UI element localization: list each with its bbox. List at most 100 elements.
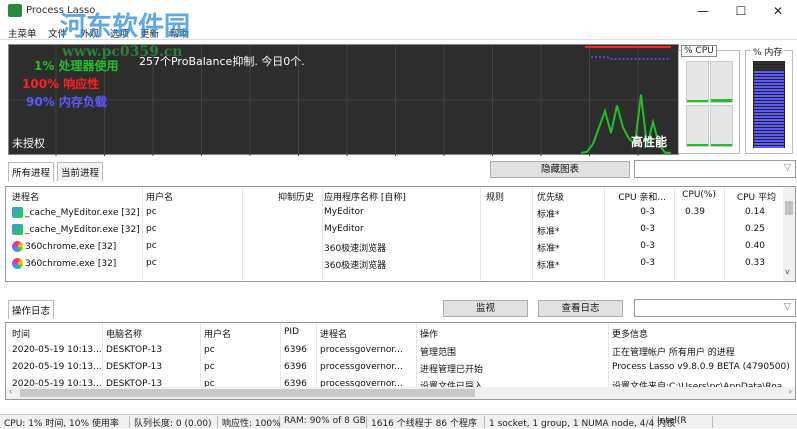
log-column-header-3[interactable]: PID bbox=[284, 327, 299, 337]
cell-cpu: 0.39 bbox=[684, 207, 705, 217]
maximize-button[interactable]: ☐ bbox=[726, 2, 756, 20]
cell-priority: 标准* bbox=[537, 261, 560, 271]
column-header-0[interactable]: 进程名 bbox=[12, 190, 39, 203]
log-cell: 2020-05-19 10:13... bbox=[12, 345, 102, 355]
memory-meter: % 内存 bbox=[745, 45, 793, 154]
cell-user: pc bbox=[146, 224, 157, 234]
memory-meter-label: % 内存 bbox=[751, 45, 785, 58]
log-column-header-2[interactable]: 用户名 bbox=[204, 327, 231, 340]
log-cell: processgovernor... bbox=[320, 345, 403, 355]
column-header-4[interactable]: 规则 bbox=[486, 190, 504, 203]
cell-user: pc bbox=[146, 258, 157, 268]
table-row[interactable]: _cache_MyEditor.exe [32] pc MyEditor 标准* 0-3… bbox=[6, 222, 784, 239]
table-row[interactable]: 360chrome.exe [32] pc 360极速浏览器 标准* 0-3 0.33 bbox=[6, 256, 784, 273]
cell-avg: 0.14 bbox=[744, 207, 765, 217]
log-cell: pc bbox=[204, 362, 215, 372]
log-table-scrollbar[interactable]: ‹ › bbox=[6, 387, 795, 399]
column-header-7[interactable]: CPU(%) bbox=[682, 190, 716, 200]
close-button[interactable]: ✕ bbox=[763, 2, 793, 20]
tab-action-log[interactable]: 操作日志 bbox=[8, 300, 55, 319]
column-header-1[interactable]: 用户名 bbox=[146, 190, 173, 203]
process-table: 进程名 用户名 抑制历史 应用程序名称 [自称] 规则 优先级 CPU 亲和... CPU(%… bbox=[5, 186, 796, 282]
column-header-6[interactable]: CPU 亲和... bbox=[618, 190, 666, 203]
cell-name: 360chrome.exe [32] bbox=[12, 258, 116, 269]
cell-name: _cache_MyEditor.exe [32] bbox=[12, 224, 140, 235]
tab-current-processes[interactable]: 当前进程 bbox=[57, 162, 104, 181]
column-header-3[interactable]: 应用程序名称 [自称] bbox=[324, 190, 406, 203]
log-cell: 6396 bbox=[284, 345, 307, 355]
status-segment: CPU: 1% 时间, 10% 使用率 bbox=[0, 416, 130, 429]
column-header-8[interactable]: CPU 平均 bbox=[737, 190, 776, 203]
process-name: _cache_MyEditor.exe [32] bbox=[25, 225, 140, 235]
log-cell: processgovernor... bbox=[320, 362, 403, 372]
log-cell: pc bbox=[204, 345, 215, 355]
log-filter-input[interactable]: ▽ bbox=[634, 299, 796, 317]
power-profile[interactable]: 高性能 bbox=[631, 133, 667, 150]
log-column-header-5[interactable]: 操作 bbox=[420, 327, 438, 340]
memory-bar bbox=[753, 61, 785, 148]
log-row[interactable]: 2020-05-19 10:13... DESKTOP-13 pc 6396 proce… bbox=[6, 343, 795, 360]
cpu-core-meter bbox=[710, 105, 733, 147]
log-cell: 正在管理帐户 所有用户 的进程 bbox=[612, 348, 735, 358]
view-log-button[interactable]: 查看日志 bbox=[538, 300, 623, 317]
log-cell: 进程管理已开始 bbox=[420, 365, 484, 375]
log-column-header-0[interactable]: 时间 bbox=[12, 327, 30, 340]
log-cell: Process Lasso v9.8.0.9 BETA (4790500) bbox=[612, 362, 790, 372]
performance-graph: 1% 处理器使用 100% 响应性 90% 内存负载 257个ProBalanc… bbox=[8, 44, 680, 156]
tab-all-processes[interactable]: 所有进程 bbox=[8, 162, 55, 182]
memory-line bbox=[591, 56, 671, 60]
status-segment: 1616 个线程于 86 个程序 bbox=[367, 416, 485, 429]
360chrome-icon bbox=[12, 258, 23, 269]
cell-app: MyEditor bbox=[324, 224, 364, 234]
cell-avg: 0.25 bbox=[744, 224, 765, 234]
process-filter-input[interactable]: ▽ bbox=[634, 160, 796, 178]
app-icon bbox=[8, 4, 22, 17]
status-segment: RAM: 90% of 8 GB bbox=[280, 416, 367, 428]
cell-affinity: 0-3 bbox=[640, 258, 655, 268]
cell-avg: 0.40 bbox=[744, 241, 765, 251]
cell-avg: 0.33 bbox=[744, 258, 765, 268]
cell-priority: 标准* bbox=[537, 210, 560, 220]
process-table-scrollbar[interactable]: v bbox=[783, 187, 795, 281]
process-name: 360chrome.exe [32] bbox=[25, 259, 117, 269]
log-table: 时间 电脑名称 用户名 PID 进程名 操作 更多信息 2020-05-19 10:13...… bbox=[5, 322, 796, 400]
cell-user: pc bbox=[146, 241, 157, 251]
log-cell: 2020-05-19 10:13... bbox=[12, 362, 102, 372]
cell-priority: 标准* bbox=[537, 244, 560, 254]
minimize-button[interactable]: — bbox=[688, 2, 718, 20]
menu-main[interactable]: 主菜单 bbox=[8, 26, 37, 40]
myeditor-icon bbox=[12, 224, 23, 235]
log-column-header-1[interactable]: 电脑名称 bbox=[106, 327, 142, 340]
column-header-2[interactable]: 抑制历史 bbox=[278, 190, 314, 203]
table-row[interactable]: _cache_MyEditor.exe [32] pc MyEditor 标准* 0-3… bbox=[6, 205, 784, 222]
status-segment: 1 socket, 1 group, 1 NUMA node, 4/4 内核 bbox=[485, 416, 675, 429]
log-cell: DESKTOP-13 bbox=[106, 362, 163, 372]
cell-affinity: 0-3 bbox=[640, 207, 655, 217]
cell-app: MyEditor bbox=[324, 207, 364, 217]
hide-graph-button[interactable]: 隐藏图表 bbox=[490, 161, 630, 178]
log-column-header-4[interactable]: 进程名 bbox=[320, 327, 347, 340]
360chrome-icon bbox=[12, 241, 23, 252]
memory-load-label: 90% 内存负载 bbox=[26, 95, 107, 109]
cell-name: _cache_MyEditor.exe [32] bbox=[12, 207, 140, 218]
cpu-core-meter bbox=[686, 61, 709, 103]
watermark-url: www.pc0359.cn bbox=[62, 44, 183, 60]
table-row[interactable]: 360chrome.exe [32] pc 360极速浏览器 标准* 0-3 0.40 bbox=[6, 239, 784, 256]
status-bar: CPU: 1% 时间, 10% 使用率 队列长度: 0 (0.00) 响应性: 10… bbox=[0, 414, 797, 429]
status-segment: Intel(R bbox=[653, 416, 713, 428]
process-name: 360chrome.exe [32] bbox=[25, 242, 117, 252]
watermark: 河东软件园 bbox=[60, 12, 191, 42]
cell-name: 360chrome.exe [32] bbox=[12, 241, 116, 252]
process-name: _cache_MyEditor.exe [32] bbox=[25, 208, 140, 218]
column-header-5[interactable]: 优先级 bbox=[537, 190, 564, 203]
cell-user: pc bbox=[146, 207, 157, 217]
log-row[interactable]: 2020-05-19 10:13... DESKTOP-13 pc 6396 proce… bbox=[6, 360, 795, 377]
cell-priority: 标准* bbox=[537, 227, 560, 237]
monitor-button[interactable]: 监视 bbox=[443, 300, 528, 317]
cpu-core-meter bbox=[686, 105, 709, 147]
responsiveness-label: 100% 响应性 bbox=[22, 77, 100, 91]
cell-affinity: 0-3 bbox=[640, 241, 655, 251]
filter-icon: ▽ bbox=[783, 301, 791, 312]
status-segment: 响应性: 100% bbox=[218, 416, 281, 429]
log-column-header-6[interactable]: 更多信息 bbox=[612, 327, 648, 340]
